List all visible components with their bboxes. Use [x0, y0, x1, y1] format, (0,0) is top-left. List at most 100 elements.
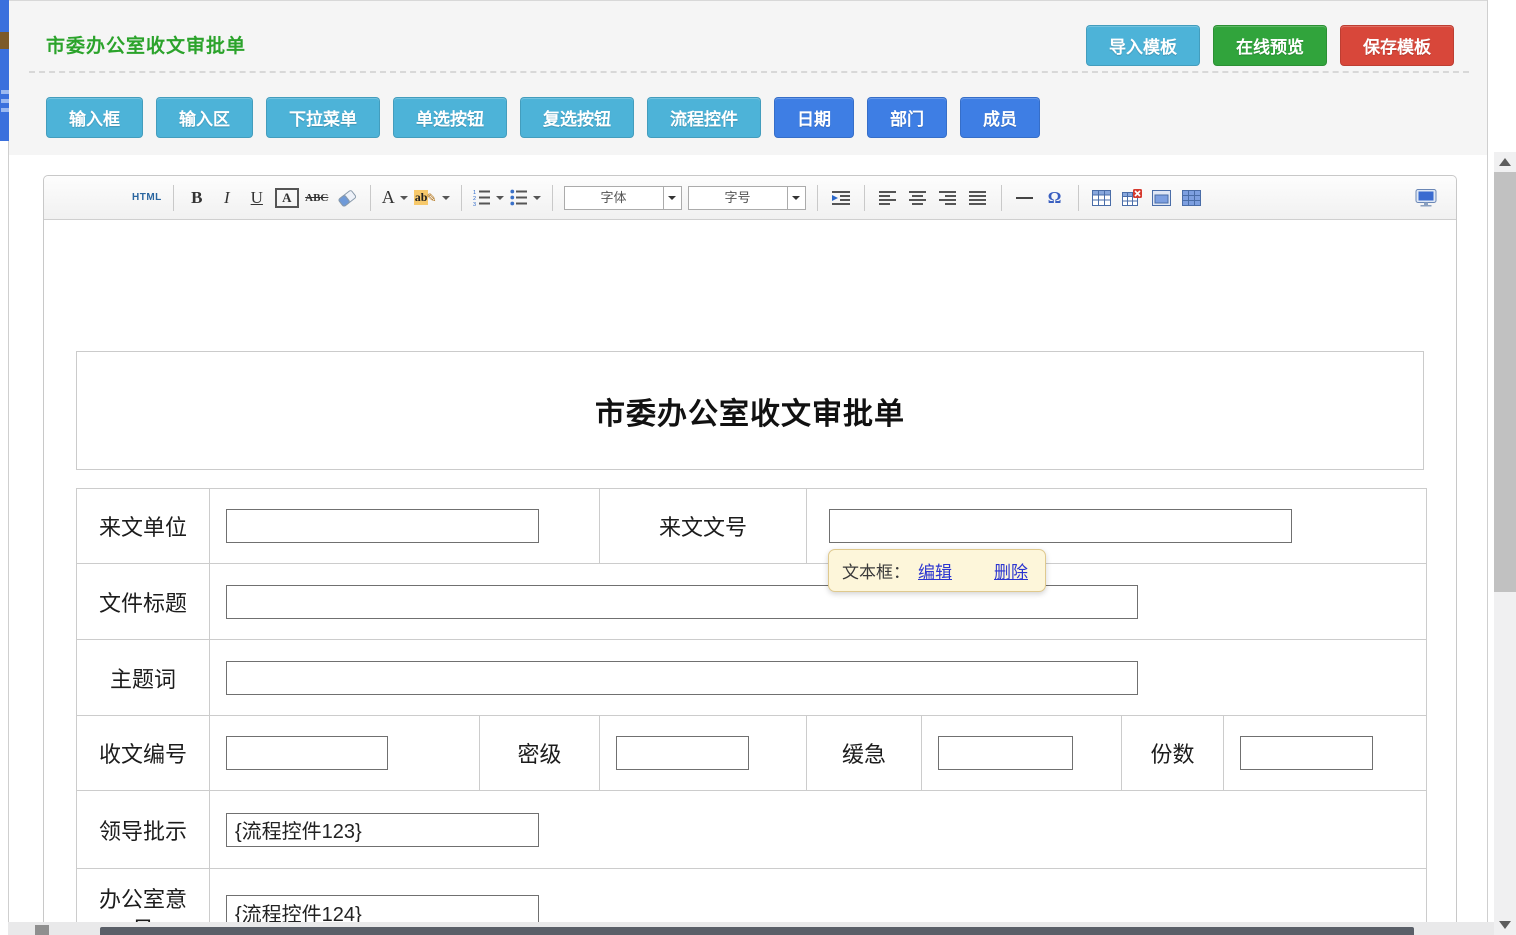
align-right-button[interactable] — [936, 185, 960, 211]
toolbar-separator — [1078, 185, 1079, 211]
table-row: 领导批示 — [77, 791, 1427, 869]
align-justify-button[interactable] — [966, 185, 990, 211]
unordered-list-icon — [510, 189, 528, 206]
align-left-button[interactable] — [876, 185, 900, 211]
vertical-scrollbar[interactable] — [1494, 152, 1516, 935]
subject-words-label: 主题词 — [77, 640, 210, 716]
font-size-select[interactable]: 字号 — [688, 186, 806, 210]
html-source-button[interactable]: HTML — [132, 185, 162, 211]
online-preview-button[interactable]: 在线预览 — [1213, 25, 1327, 66]
add-radio-button[interactable]: 单选按钮 — [393, 97, 507, 138]
toolbar-separator — [817, 185, 818, 211]
align-center-icon — [909, 190, 927, 205]
ordered-list-icon: 1 2 3 — [473, 189, 491, 206]
add-input-box-button[interactable]: 输入框 — [46, 97, 143, 138]
font-family-dropdown-button[interactable] — [663, 187, 681, 209]
italic-button[interactable]: I — [215, 185, 239, 211]
indent-button[interactable] — [829, 185, 853, 211]
insert-table-button[interactable] — [1090, 185, 1114, 211]
font-color-glyph: A — [382, 187, 395, 208]
incoming-number-input[interactable] — [829, 509, 1292, 543]
align-left-icon — [879, 190, 897, 205]
table-row: 来文单位 来文文号 — [77, 489, 1427, 564]
text-border-button[interactable]: A — [275, 188, 299, 208]
header: 市委办公室收文审批单 输入框 输入区 下拉菜单 单选按钮 复选按钮 流程控件 日… — [9, 0, 1487, 155]
align-center-button[interactable] — [906, 185, 930, 211]
form-title-block[interactable]: 市委办公室收文审批单 — [76, 351, 1424, 470]
scrollbar-thumb[interactable] — [1494, 172, 1516, 592]
secrecy-level-label: 密级 — [480, 716, 600, 791]
font-size-dropdown-button[interactable] — [787, 187, 805, 209]
underline-button[interactable]: U — [245, 185, 269, 211]
tooltip-label: 文本框： — [842, 558, 910, 583]
form-title: 市委办公室收文审批单 — [595, 389, 905, 433]
save-template-button[interactable]: 保存模板 — [1340, 25, 1454, 66]
table-properties-button[interactable] — [1150, 185, 1174, 211]
incoming-unit-input[interactable] — [226, 509, 539, 543]
copies-input[interactable] — [1240, 736, 1373, 770]
horizontal-rule-button[interactable] — [1013, 185, 1037, 211]
chevron-down-icon — [400, 196, 408, 200]
chevron-down-icon — [496, 196, 504, 200]
doc-title-label: 文件标题 — [77, 564, 210, 640]
font-family-select[interactable]: 字体 — [564, 186, 682, 210]
eraser-icon — [336, 188, 358, 208]
field-tool-buttons: 输入框 输入区 下拉菜单 单选按钮 复选按钮 流程控件 日期 部门 成员 — [46, 97, 1040, 138]
urgency-input[interactable] — [938, 736, 1073, 770]
approval-form-table: 来文单位 来文文号 文件标题 主题词 收文编号 密级 缓急 份数 — [76, 488, 1427, 935]
delete-table-button[interactable] — [1120, 185, 1144, 211]
edit-control-link[interactable]: 编辑 — [918, 558, 952, 583]
cell-properties-icon — [1182, 189, 1201, 206]
sidebar-icon-fragment — [1, 90, 9, 94]
bold-button[interactable]: B — [185, 185, 209, 211]
special-character-button[interactable]: Ω — [1043, 185, 1067, 211]
indent-icon — [831, 190, 851, 206]
add-textarea-button[interactable]: 输入区 — [156, 97, 253, 138]
ordered-list-button[interactable]: 1 2 3 — [473, 185, 504, 211]
pencil-icon: ✎ — [426, 191, 436, 205]
add-flow-control-button[interactable]: 流程控件 — [647, 97, 761, 138]
template-actions: 导入模板 在线预览 保存模板 — [1086, 25, 1454, 66]
table-row: 收文编号 密级 缓急 份数 — [77, 716, 1427, 791]
add-dropdown-button[interactable]: 下拉菜单 — [266, 97, 380, 138]
svg-text:3: 3 — [473, 202, 476, 206]
add-checkbox-button[interactable]: 复选按钮 — [520, 97, 634, 138]
copies-label: 份数 — [1122, 716, 1224, 791]
toolbar-separator — [370, 185, 371, 211]
chevron-down-icon — [442, 196, 450, 200]
incoming-number-label: 来文文号 — [600, 489, 807, 564]
fullscreen-button[interactable] — [1414, 185, 1438, 211]
delete-control-link[interactable]: 删除 — [994, 558, 1028, 583]
secrecy-level-input[interactable] — [616, 736, 749, 770]
table-icon — [1092, 189, 1111, 206]
scroll-down-arrow-icon[interactable] — [1499, 921, 1511, 929]
subject-words-input[interactable] — [226, 661, 1138, 695]
chevron-down-icon — [668, 196, 676, 200]
highlight-color-button[interactable]: ab ✎ — [414, 185, 450, 211]
font-size-value: 字号 — [689, 187, 787, 209]
import-template-button[interactable]: 导入模板 — [1086, 25, 1200, 66]
bottom-strip-tab — [35, 925, 49, 935]
font-color-button[interactable]: A — [382, 185, 408, 211]
dashed-divider — [29, 71, 1469, 73]
scroll-up-arrow-icon[interactable] — [1499, 158, 1511, 166]
monitor-icon — [1415, 189, 1437, 207]
editor-document[interactable]: 市委办公室收文审批单 来文单位 来文文号 文件标题 主题词 收文 — [44, 220, 1456, 935]
sidebar-icon-fragment — [1, 99, 9, 103]
toolbar-separator — [552, 185, 553, 211]
cell-properties-button[interactable] — [1180, 185, 1204, 211]
remove-format-eraser-button[interactable] — [335, 185, 359, 211]
delete-table-icon — [1122, 189, 1142, 207]
align-justify-icon — [969, 190, 987, 205]
strikethrough-button[interactable]: ABC — [305, 185, 329, 211]
background-sidebar-sliver — [0, 0, 9, 141]
rich-text-editor: HTML B I U A ABC A ab ✎ 1 — [43, 175, 1457, 935]
table-properties-icon — [1152, 189, 1171, 206]
leader-instructions-input[interactable] — [226, 813, 539, 847]
add-date-button[interactable]: 日期 — [774, 97, 854, 138]
add-department-button[interactable]: 部门 — [867, 97, 947, 138]
receipt-number-input[interactable] — [226, 736, 388, 770]
add-member-button[interactable]: 成员 — [960, 97, 1040, 138]
unordered-list-button[interactable] — [510, 185, 541, 211]
align-right-icon — [939, 190, 957, 205]
